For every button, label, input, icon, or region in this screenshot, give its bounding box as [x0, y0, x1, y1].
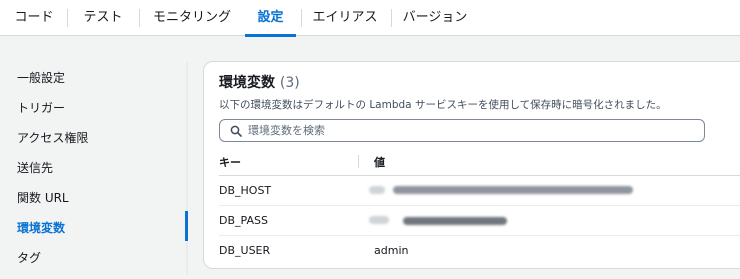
environment-variables-panel: 環境変数 (3) 以下の環境変数はデフォルトの Lambda サービスキーを使用… — [203, 61, 740, 269]
tab-versions[interactable]: バージョン — [398, 0, 472, 36]
tab-test[interactable]: テスト — [76, 0, 130, 36]
tab-divider — [391, 9, 392, 27]
sidebar-item-tags[interactable]: タグ — [17, 249, 41, 266]
tab-code[interactable]: コード — [8, 0, 60, 36]
column-divider[interactable] — [358, 155, 359, 168]
column-header-value[interactable]: 値 — [374, 154, 385, 170]
tab-divider — [301, 9, 302, 27]
sidebar-active-indicator — [185, 211, 188, 241]
tab-aliases[interactable]: エイリアス — [306, 0, 384, 36]
redacted-value — [393, 186, 633, 194]
search-icon — [230, 125, 242, 137]
table-row: DB_HOST — [219, 176, 740, 206]
panel-description: 以下の環境変数はデフォルトの Lambda サービスキーを使用して保存時に暗号化… — [219, 99, 667, 111]
variable-key: DB_PASS — [219, 214, 268, 227]
table-row: DB_PASS — [219, 206, 740, 236]
sidebar-item-destinations[interactable]: 送信先 — [17, 159, 53, 176]
tab-divider — [67, 9, 68, 27]
sidebar-item-triggers[interactable]: トリガー — [17, 99, 65, 116]
panel-title: 環境変数 (3) — [219, 72, 300, 92]
tab-settings[interactable]: 設定 — [245, 0, 296, 37]
sidebar-divider — [186, 62, 188, 274]
column-header-key[interactable]: キー — [219, 154, 241, 170]
sidebar-item-general-settings[interactable]: 一般設定 — [17, 69, 65, 86]
variable-count: (3) — [279, 75, 300, 91]
redacted-value — [369, 216, 389, 224]
sidebar-item-permissions[interactable]: アクセス権限 — [17, 129, 88, 146]
tab-bar: コード テスト モニタリング 設定 エイリアス バージョン — [0, 0, 740, 37]
variable-key: DB_HOST — [219, 184, 272, 197]
table-row: DB_USER admin — [219, 236, 740, 266]
redacted-value — [403, 217, 507, 225]
side-navigation: 一般設定 トリガー アクセス権限 送信先 関数 URL 環境変数 タグ — [0, 37, 188, 279]
tab-monitoring[interactable]: モニタリング — [146, 0, 238, 36]
sidebar-item-environment-variables[interactable]: 環境変数 — [17, 219, 65, 236]
sidebar-item-function-url[interactable]: 関数 URL — [17, 189, 69, 206]
search-box[interactable] — [219, 119, 705, 142]
search-input[interactable] — [248, 121, 698, 140]
variable-key: DB_USER — [219, 244, 271, 257]
tab-divider — [139, 9, 140, 27]
variable-value: admin — [374, 244, 409, 257]
panel-title-text: 環境変数 — [219, 75, 275, 91]
redacted-value — [369, 186, 385, 194]
